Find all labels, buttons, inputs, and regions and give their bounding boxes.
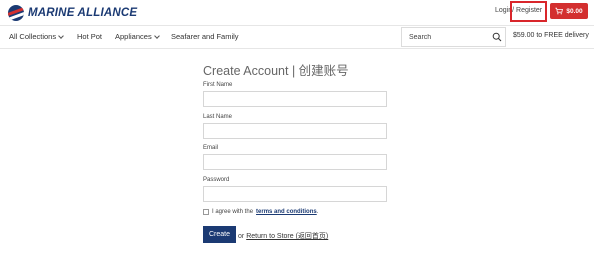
agree-text: I agree with the bbox=[212, 209, 254, 215]
cart-total: $0.00 bbox=[566, 7, 583, 15]
shipping-note: $59.00 to FREE delivery bbox=[513, 32, 589, 39]
password-label: Password bbox=[203, 177, 230, 183]
nav-item-seafarer-family[interactable]: Seafarer and Family bbox=[171, 32, 239, 41]
last-name-label: Last Name bbox=[203, 114, 233, 120]
brand-name: MARINE ALLIANCE bbox=[28, 7, 138, 19]
cart-icon bbox=[555, 7, 564, 15]
last-name-field[interactable] bbox=[203, 123, 387, 139]
return-to-store-link[interactable]: Return to Store (返回首页) bbox=[246, 233, 328, 240]
email-label: Email bbox=[203, 145, 219, 151]
register-highlight bbox=[510, 1, 547, 22]
search-icon[interactable] bbox=[492, 32, 502, 42]
nav-item-appliances[interactable]: Appliances bbox=[115, 32, 160, 41]
chevron-down-icon bbox=[58, 32, 64, 39]
nav-label: Appliances bbox=[115, 32, 152, 41]
nav-divider bbox=[0, 48, 594, 49]
chevron-down-icon bbox=[153, 32, 160, 39]
create-button[interactable]: Create bbox=[203, 226, 236, 243]
password-field[interactable] bbox=[203, 186, 387, 202]
page-title: Create Account | 创建账号 bbox=[203, 64, 349, 78]
brand-logo[interactable]: MARINE ALLIANCE bbox=[8, 5, 137, 21]
ship-logo-icon bbox=[8, 5, 24, 21]
search-input[interactable] bbox=[402, 28, 486, 46]
nav-label: Hot Pot bbox=[77, 32, 103, 41]
terms-checkbox[interactable] bbox=[203, 209, 209, 215]
agree-suffix: . bbox=[316, 209, 319, 215]
nav-item-all-collections[interactable]: All Collections bbox=[9, 32, 64, 41]
cart-button[interactable]: $0.00 bbox=[550, 3, 588, 19]
nav-label: All Collections bbox=[9, 32, 57, 41]
main-nav: All Collections Hot Pot Appliances Seafa… bbox=[0, 26, 594, 48]
nav-label: Seafarer and Family bbox=[171, 32, 239, 41]
terms-link[interactable]: terms and conditions bbox=[256, 209, 317, 215]
terms-agreement: I agree with the terms and conditions. bbox=[203, 209, 318, 215]
email-field[interactable] bbox=[203, 154, 387, 170]
search-box bbox=[401, 27, 506, 47]
return-row: or Return to Store (返回首页) bbox=[238, 231, 328, 241]
first-name-label: First Name bbox=[203, 82, 233, 88]
or-text: or bbox=[238, 233, 245, 240]
nav-item-hot-pot[interactable]: Hot Pot bbox=[77, 32, 102, 41]
first-name-field[interactable] bbox=[203, 91, 387, 107]
